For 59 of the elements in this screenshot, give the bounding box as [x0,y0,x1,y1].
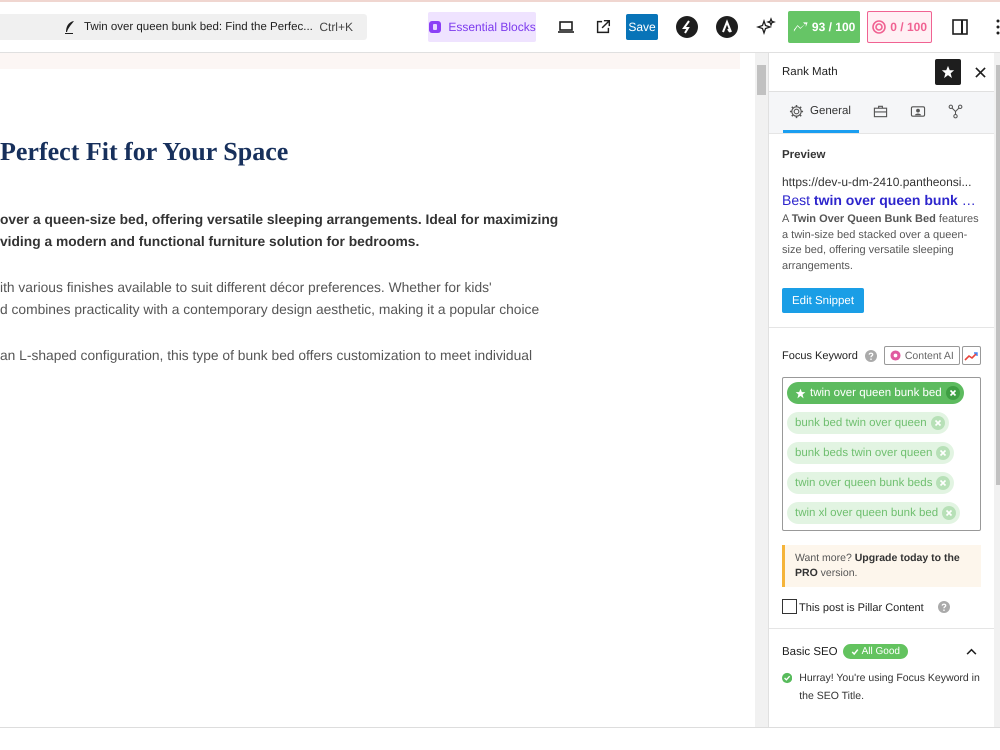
keyword-tag[interactable]: twin over queen bunk beds [787,472,954,494]
save-button[interactable]: Save [626,14,658,40]
paragraph-line: viding a modern and functional furniture solution for bedrooms. [0,233,420,251]
target-icon [872,20,886,34]
keyword-tag[interactable]: bunk bed twin over queen [787,412,949,434]
chevron-icon[interactable] [966,648,977,655]
paragraph-line: ith various finishes available to suit different décor preferences. Whether for kids' [0,279,493,297]
scrollbar[interactable] [755,53,768,727]
document-title: Twin over queen bunk bed: Find the Perfec... [84,21,314,33]
star-button[interactable] [934,59,961,85]
gear-icon [789,104,804,118]
keyword-tag[interactable]: twin over queen bunk bed [787,382,964,404]
remove-icon[interactable] [946,386,960,400]
section-heading: Preview [782,149,826,161]
more-options-icon[interactable] [996,19,1000,35]
a-logo-icon[interactable] [716,16,738,38]
paragraph-line: an L-shaped configuration, this type of bunk bed offers customization to meet individual [0,347,534,365]
nodes-icon [948,104,963,118]
preview-title[interactable]: Best twin over queen bunk … [782,192,981,208]
keyword-tag[interactable]: twin xl over queen bunk bed [787,502,960,524]
toolbox-icon [872,104,888,118]
sidebar-toggle-icon[interactable] [950,17,970,37]
content-ai-button[interactable]: Content AI [884,346,960,365]
field-label: Focus Keyword [782,350,858,362]
star-icon [795,388,806,398]
check-text: Hurray! You're using Focus Keyword in the SEO Title. [799,671,981,704]
content-score-button[interactable]: 0 / 100 [867,11,932,43]
section-heading: Basic SEO [782,646,838,658]
edit-snippet-button[interactable]: Edit Snippet [782,288,864,313]
chart-arrow-icon [793,21,808,33]
upgrade-notice: Want more? Upgrade today to the PRO version. [782,545,981,587]
keyword-input-field[interactable]: twin over queen bunk bed bunk bed twin over queen bunk beds twin over queen twin over queen bunk beds twin xl over queen bunk bed [782,377,981,531]
keyword-text: twin over queen bunk beds [795,477,932,489]
profile-card-icon [910,104,926,118]
blocks-logo-icon [428,20,442,34]
content-ai-logo-icon [890,350,901,361]
sparkles-icon[interactable] [756,17,776,37]
keyword-text: twin over queen bunk bed [810,387,942,399]
checkbox[interactable] [782,599,797,614]
keyword-text: bunk beds twin over queen [795,447,932,459]
trends-button[interactable] [962,346,981,365]
checkbox-label[interactable]: This post is Pillar Content [799,602,924,614]
keyword-text: twin xl over queen bunk bed [795,507,938,519]
paragraph-line: d combines practicality with a contemporary design aesthetic, making it a popular choice [0,301,540,319]
preview-description: A Twin Over Queen Bunk Bed features a twin-size bed stacked over a queen-size bed, offering versatile sleeping arrangements. [782,212,980,274]
status-badge: All Good [842,644,908,659]
panel-title: Rank Math [782,66,839,78]
keyword-text: bunk bed twin over queen [795,417,927,429]
keyword-tag[interactable]: bunk beds twin over queen [787,442,954,464]
preview-url: https://dev-u-dm-2410.pantheonsi... [782,175,972,189]
essential-blocks-button[interactable]: Essential Blocks [428,12,536,42]
paragraph-line: over a queen-size bed, offering versatile sleeping arrangements. Ideal for maximizing [0,211,560,229]
command-search-field[interactable]: Twin over queen bunk bed: Find the Perfec... Ctrl+K [0,14,367,40]
star-icon [940,65,955,79]
close-icon[interactable] [974,66,986,78]
seo-score-button[interactable]: 93 / 100 [788,11,860,43]
keyboard-shortcut: Ctrl+K [319,20,353,34]
post-heading: Perfect Fit for Your Space [0,137,290,167]
trend-line-icon [964,350,978,360]
